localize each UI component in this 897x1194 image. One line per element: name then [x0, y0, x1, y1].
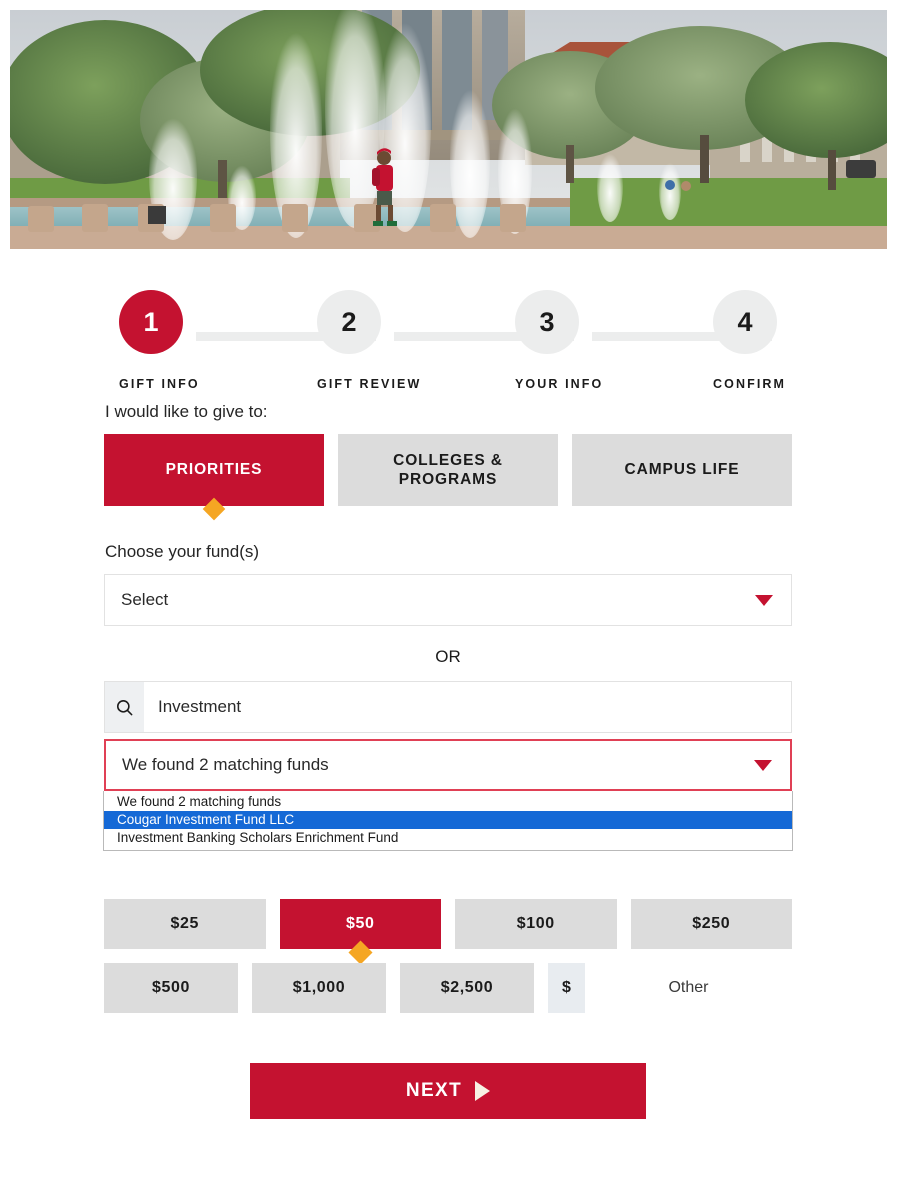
- amount-button-250[interactable]: $250: [630, 899, 792, 949]
- step-label-2: GIFT REVIEW: [317, 377, 422, 391]
- stepper-step-gift-info[interactable]: 1 GIFT INFO: [119, 290, 200, 391]
- amount-other-cell: $: [548, 963, 792, 1013]
- fund-select-value: Select: [121, 590, 169, 609]
- step-label-1: GIFT INFO: [119, 377, 200, 391]
- fund-results-select[interactable]: We found 2 matching funds: [104, 739, 792, 791]
- progress-stepper: 1 GIFT INFO 2 GIFT REVIEW 3 YOUR INFO 4 …: [104, 290, 792, 402]
- amount-button-500[interactable]: $500: [104, 963, 238, 1013]
- fund-search-row: [104, 681, 792, 733]
- amount-button-50[interactable]: $50: [279, 899, 441, 965]
- fund-results-combobox: We found 2 matching funds We found 2 mat…: [103, 739, 793, 851]
- tab-colleges-programs[interactable]: COLLEGES & PROGRAMS: [338, 434, 558, 506]
- or-divider-label: OR: [435, 647, 461, 666]
- amount-row-1: $25 $50 $100 $250: [104, 899, 792, 965]
- amount-button-50-label: $50: [346, 915, 375, 932]
- tab-campus-life[interactable]: CAMPUS LIFE: [572, 434, 792, 506]
- stepper-step-confirm[interactable]: 4 CONFIRM: [713, 290, 787, 391]
- option-item[interactable]: Investment Banking Scholars Enrichment F…: [104, 829, 792, 847]
- chevron-down-icon: [755, 595, 773, 606]
- tab-priorities[interactable]: PRIORITIES: [104, 434, 324, 521]
- amount-row-2: $500 $1,000 $2,500 $: [104, 963, 792, 1013]
- fund-search-input[interactable]: [144, 682, 791, 732]
- selected-marker-diamond-icon: [348, 940, 373, 965]
- selected-marker-diamond-icon: [202, 497, 226, 521]
- fund-label: Choose your fund(s): [105, 542, 260, 561]
- amount-button-25[interactable]: $25: [104, 899, 266, 949]
- tab-priorities-label: PRIORITIES: [165, 461, 263, 479]
- amount-button-2500[interactable]: $2,500: [400, 963, 534, 1013]
- step-number-3: 3: [515, 290, 579, 354]
- form-footer: NEXT: [104, 1063, 792, 1119]
- stepper-step-your-info[interactable]: 3 YOUR INFO: [515, 290, 604, 391]
- designation-label: I would like to give to:: [105, 402, 268, 421]
- fund-results-value: We found 2 matching funds: [122, 755, 329, 774]
- step-label-4: CONFIRM: [713, 377, 787, 391]
- next-button-label: NEXT: [405, 1080, 463, 1101]
- fund-section: Choose your fund(s) Select OR We found 2…: [103, 542, 793, 851]
- chevron-down-icon: [754, 760, 772, 771]
- step-number-4: 4: [713, 290, 777, 354]
- option-item[interactable]: We found 2 matching funds: [104, 793, 792, 811]
- search-icon: [105, 682, 144, 732]
- amount-button-1000[interactable]: $1,000: [252, 963, 386, 1013]
- step-label-3: YOUR INFO: [515, 377, 604, 391]
- currency-symbol-label: $: [548, 963, 585, 1013]
- fund-results-option-list: We found 2 matching funds Cougar Investm…: [103, 791, 793, 851]
- amount-section: $25 $50 $100 $250 $500 $1,000 $2,500 $: [104, 899, 792, 1013]
- hero-banner: [10, 10, 887, 249]
- campus-fountain-image: [10, 10, 887, 249]
- fund-select[interactable]: Select: [104, 574, 792, 626]
- next-button[interactable]: NEXT: [250, 1063, 646, 1119]
- stepper-step-gift-review[interactable]: 2 GIFT REVIEW: [317, 290, 422, 391]
- arrow-right-icon: [475, 1081, 491, 1101]
- designation-section: I would like to give to: PRIORITIES COLL…: [104, 402, 792, 521]
- designation-tabs: PRIORITIES COLLEGES & PROGRAMS CAMPUS LI…: [104, 434, 792, 521]
- step-number-1: 1: [119, 290, 183, 354]
- amount-button-100[interactable]: $100: [455, 899, 617, 949]
- donation-form: 1 GIFT INFO 2 GIFT REVIEW 3 YOUR INFO 4 …: [103, 290, 793, 1119]
- step-number-2: 2: [317, 290, 381, 354]
- amount-other-input[interactable]: [585, 963, 792, 1013]
- option-item[interactable]: Cougar Investment Fund LLC: [104, 811, 792, 829]
